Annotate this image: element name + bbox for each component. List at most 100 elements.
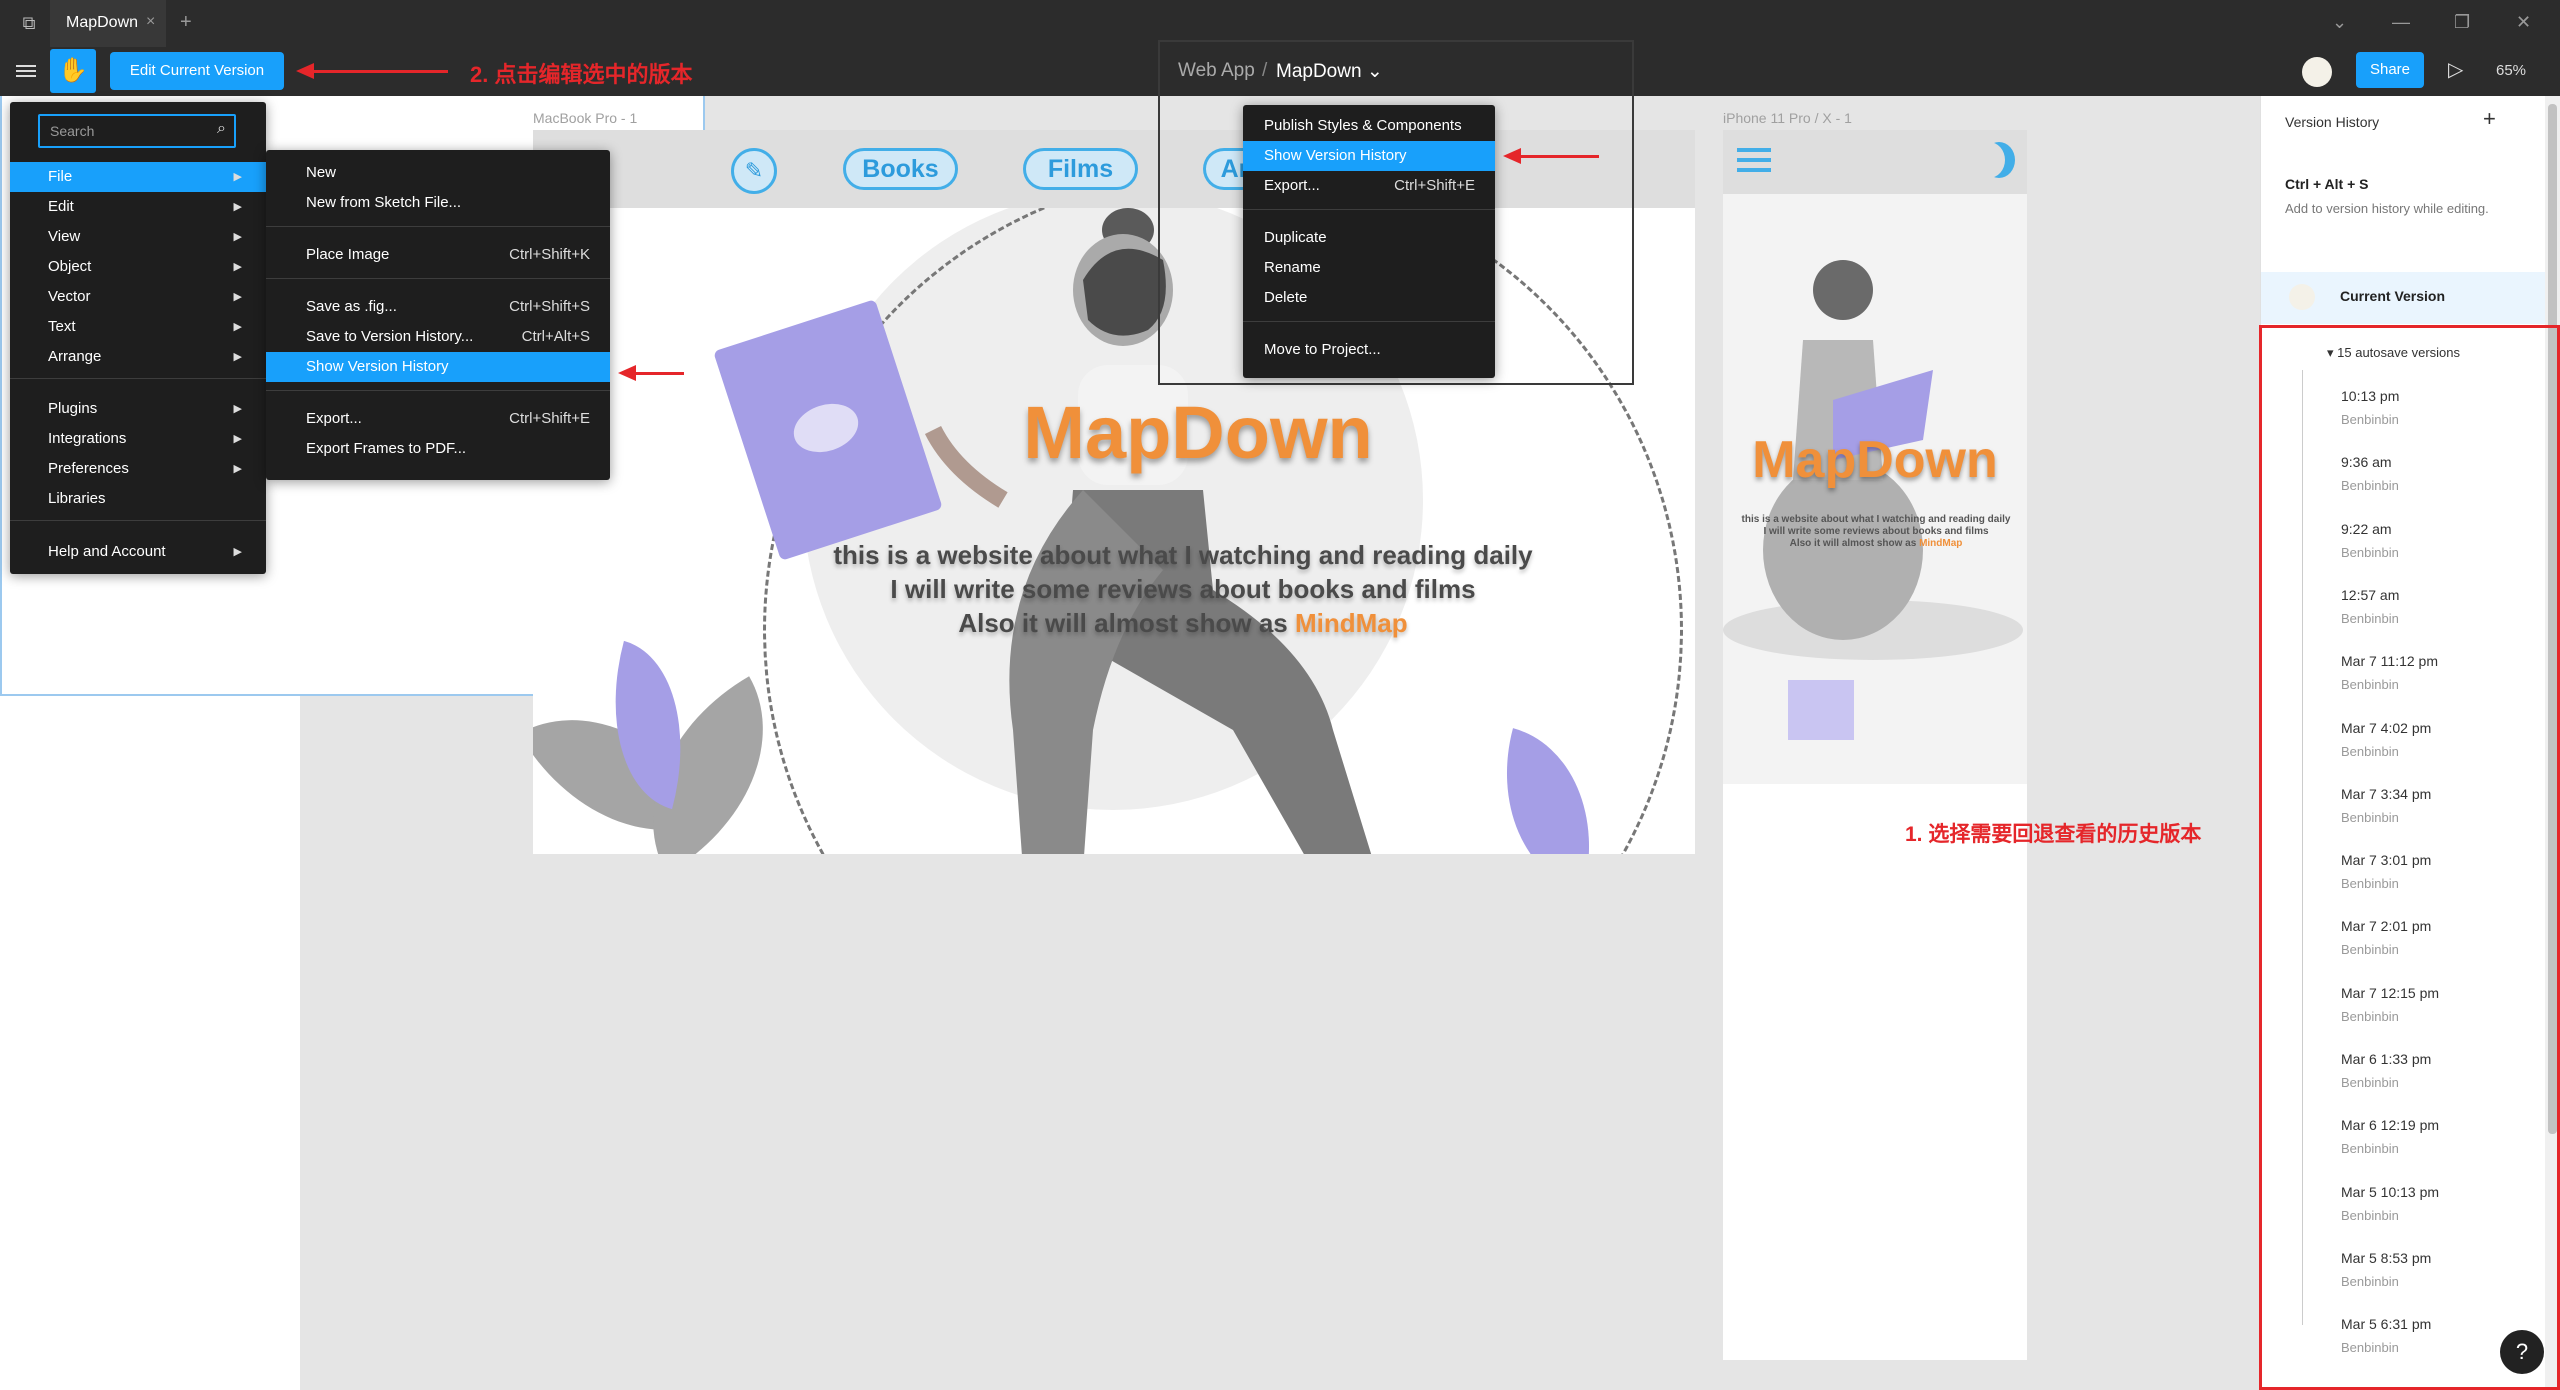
version-time: Mar 7 4:02 pm (2341, 719, 2432, 736)
menu-item-label: Place Image (306, 246, 390, 263)
version-time: Mar 7 11:12 pm (2341, 653, 2439, 670)
iphone-subtitle-line1: this is a website about what I watching … (1741, 514, 2011, 525)
main-menu-item-plugins[interactable]: Plugins ▶ (10, 394, 266, 424)
version-item[interactable]: Mar 7 3:34 pm Benbinbin (2341, 786, 2431, 825)
version-item[interactable]: 12:57 am Benbinbin (2341, 587, 2399, 626)
main-menu-item-edit[interactable]: Edit ▶ (10, 192, 266, 222)
file-menu-item-save-as-fig[interactable]: Save as .fig... Ctrl+Shift+S (266, 292, 610, 322)
hero-subtitle-line2: I will write some reviews about books an… (890, 574, 1476, 604)
version-item[interactable]: 9:22 am Benbinbin (2341, 521, 2399, 560)
page-menu-item-move-to-project[interactable]: Move to Project... (1243, 335, 1495, 365)
page-menu-item-duplicate[interactable]: Duplicate (1243, 223, 1495, 253)
new-tab-icon[interactable]: + (180, 11, 192, 34)
chevron-right-icon: ▶ (233, 201, 242, 213)
edit-current-version-button[interactable]: Edit Current Version (110, 52, 284, 90)
restore-icon[interactable]: ❐ (2454, 12, 2470, 33)
main-menu-item-preferences[interactable]: Preferences ▶ (10, 454, 266, 484)
file-menu-item-new-from-sketch-file[interactable]: New from Sketch File... (266, 188, 610, 218)
main-menu-item-view[interactable]: View ▶ (10, 222, 266, 252)
file-menu-item-export-frames-to-pdf[interactable]: Export Frames to PDF... (266, 434, 610, 464)
hand-tool-icon[interactable]: ✋ (50, 49, 96, 93)
menu-search[interactable]: ⌕ (38, 114, 236, 148)
autosave-versions-toggle[interactable]: ▾ 15 autosave versions (2327, 345, 2460, 361)
menu-item-label: Object (48, 258, 92, 275)
main-menu-item-object[interactable]: Object ▶ (10, 252, 266, 282)
annotation-select-text: 1. 选择需要回退查看的历史版本 (1905, 823, 2202, 846)
frame-label-iphone[interactable]: iPhone 11 Pro / X - 1 (1723, 110, 1852, 126)
search-input[interactable] (48, 122, 198, 140)
version-item[interactable]: Mar 6 12:19 pm Benbinbin (2341, 1117, 2439, 1156)
menu-separator (266, 226, 610, 227)
file-menu-item-export[interactable]: Export... Ctrl+Shift+E (266, 404, 610, 434)
current-version-row[interactable]: Current Version (2261, 272, 2546, 324)
main-menu-item-file[interactable]: File ▶ (10, 162, 266, 192)
chevron-down-icon[interactable]: ⌄ (2332, 12, 2347, 33)
menu-item-shortcut: Ctrl+Shift+E (1394, 177, 1475, 194)
file-tab[interactable]: MapDown × (50, 0, 166, 47)
iphone-subtitle-line2: I will write some reviews about books an… (1763, 526, 1989, 537)
file-menu-item-show-version-history[interactable]: Show Version History (266, 352, 610, 382)
figma-logo-icon[interactable]: ⧉ (18, 12, 40, 34)
page-menu-item-delete[interactable]: Delete (1243, 283, 1495, 313)
main-menu-item-help-and-account[interactable]: Help and Account ▶ (10, 537, 266, 567)
menu-item-label: Save to Version History... (306, 328, 474, 345)
version-item[interactable]: 9:36 am Benbinbin (2341, 454, 2399, 493)
file-dropdown-menu: Publish Styles & Components Show Version … (1243, 105, 1495, 378)
version-author: Benbinbin (2341, 1075, 2399, 1090)
page-menu-item-publish-styles-components[interactable]: Publish Styles & Components (1243, 111, 1495, 141)
file-menu-item-new[interactable]: New (266, 158, 610, 188)
moon-icon[interactable] (1983, 142, 2015, 178)
page-menu-item-show-version-history[interactable]: Show Version History (1243, 141, 1495, 171)
main-menu-item-vector[interactable]: Vector ▶ (10, 282, 266, 312)
menu-item-label: Export Frames to PDF... (306, 440, 467, 457)
menu-item-label: Show Version History (306, 358, 449, 375)
page-menu-item-export[interactable]: Export... Ctrl+Shift+E (1243, 171, 1495, 201)
main-menu-item-text[interactable]: Text ▶ (10, 312, 266, 342)
menu-separator (1243, 321, 1495, 322)
avatar[interactable] (2302, 57, 2332, 87)
file-menu-item-place-image[interactable]: Place Image Ctrl+Shift+K (266, 240, 610, 270)
main-menu-item-integrations[interactable]: Integrations ▶ (10, 424, 266, 454)
version-item[interactable]: Mar 7 2:01 pm Benbinbin (2341, 918, 2431, 957)
version-item[interactable]: 10:13 pm Benbinbin (2341, 388, 2399, 427)
version-item[interactable]: Mar 5 10:13 pm Benbinbin (2341, 1184, 2439, 1223)
menu-item-label: Vector (48, 288, 91, 305)
version-author: Benbinbin (2341, 544, 2399, 560)
file-menu-item-save-to-version-history[interactable]: Save to Version History... Ctrl+Alt+S (266, 322, 610, 352)
version-time: Mar 7 3:01 pm (2341, 852, 2432, 869)
version-item[interactable]: Mar 5 6:31 pm Benbinbin (2341, 1316, 2431, 1355)
add-version-icon[interactable]: + (2483, 106, 2496, 132)
close-tab-icon[interactable]: × (146, 13, 155, 31)
hamburger-menu-icon[interactable] (16, 62, 36, 80)
iphone-menu-icon[interactable] (1737, 148, 1771, 172)
hero-subtitle-highlight: MindMap (1294, 608, 1408, 638)
frame-label-macbook[interactable]: MacBook Pro - 1 (533, 110, 637, 126)
present-play-icon[interactable]: ▷ (2448, 57, 2463, 82)
menu-separator (266, 390, 610, 391)
version-item[interactable]: Mar 5 8:53 pm Benbinbin (2341, 1250, 2431, 1289)
menu-separator (10, 520, 266, 521)
chevron-right-icon: ▶ (233, 321, 242, 333)
page-menu-item-rename[interactable]: Rename (1243, 253, 1495, 283)
minimize-icon[interactable]: — (2392, 12, 2410, 33)
version-item[interactable]: Mar 7 11:12 pm Benbinbin (2341, 653, 2438, 692)
menu-item-label: Edit (48, 198, 74, 215)
menu-item-label: Plugins (48, 400, 98, 417)
pen-logo-icon[interactable]: ✎ (731, 148, 777, 194)
version-item[interactable]: Mar 7 3:01 pm Benbinbin (2341, 852, 2431, 891)
version-item[interactable]: Mar 7 12:15 pm Benbinbin (2341, 985, 2439, 1024)
zoom-level[interactable]: 65% (2496, 62, 2526, 79)
share-button[interactable]: Share (2356, 52, 2424, 88)
main-menu-item-libraries[interactable]: Libraries (10, 484, 266, 514)
close-window-icon[interactable]: ✕ (2516, 12, 2531, 33)
version-item[interactable]: Mar 7 4:02 pm Benbinbin (2341, 720, 2431, 759)
main-menu-item-arrange[interactable]: Arrange ▶ (10, 342, 266, 372)
version-time: Mar 6 12:19 pm (2341, 1117, 2440, 1134)
version-time: Mar 5 10:13 pm (2341, 1183, 2440, 1200)
help-icon[interactable]: ? (2500, 1330, 2544, 1374)
menu-item-label: New from Sketch File... (306, 194, 462, 211)
version-item[interactable]: Mar 6 1:33 pm Benbinbin (2341, 1051, 2431, 1090)
version-time: 9:36 am (2341, 454, 2392, 471)
iphone-frame[interactable]: MapDown this is a website about what I w… (1723, 130, 2027, 1360)
version-author: Benbinbin (2341, 942, 2399, 958)
